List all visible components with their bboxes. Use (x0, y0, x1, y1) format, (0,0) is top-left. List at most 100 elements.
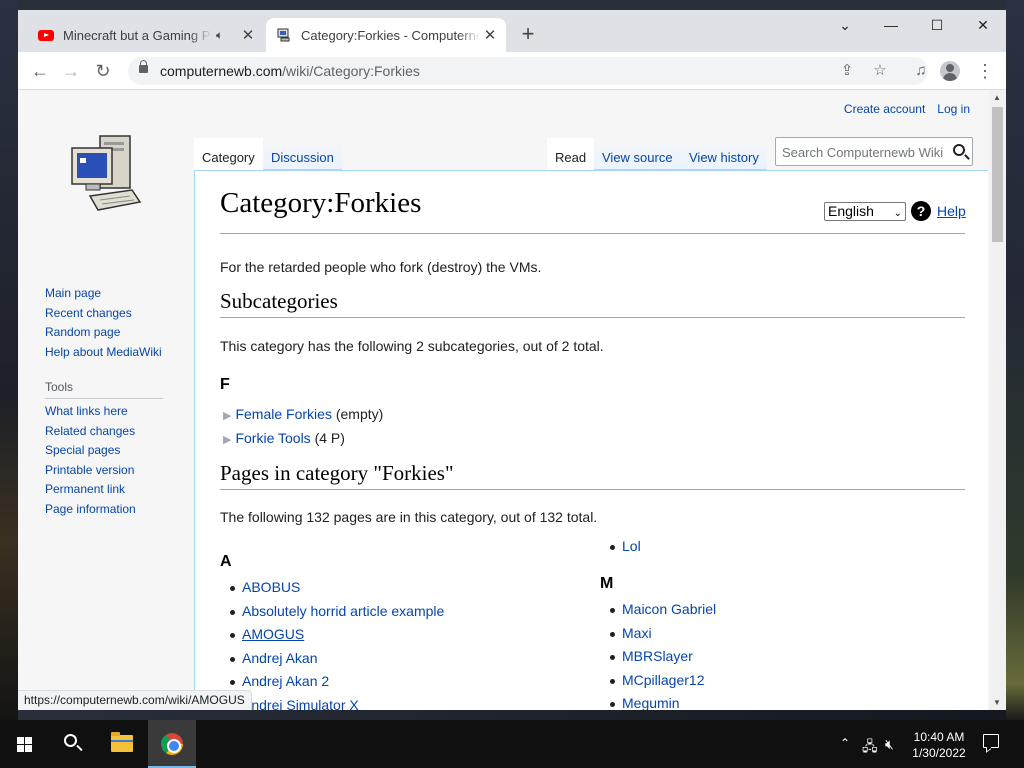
tab-youtube[interactable]: Minecraft but a Gaming PC - YouTube 🔈︎ ✕ (28, 18, 264, 52)
address-bar[interactable]: computernewb.com/wiki/Category:Forkies ⇪… (128, 57, 928, 85)
tab-forkies[interactable]: Category:Forkies - Computernewb Wiki ✕ (266, 18, 506, 52)
menu-kebab-icon[interactable]: ⋮ (972, 58, 998, 84)
volume-muted-icon[interactable]: 🔇︎ (885, 736, 894, 753)
reload-button[interactable]: ↻ (90, 58, 116, 84)
subcategory-link[interactable]: Female Forkies (235, 406, 331, 422)
maximize-button[interactable]: ☐ (914, 10, 960, 40)
category-description: For the retarded people who fork (destro… (220, 259, 542, 275)
search-icon[interactable] (953, 144, 965, 156)
sidebar-item-permanent-link[interactable]: Permanent link (45, 482, 185, 502)
media-control-icon[interactable]: ♫ (908, 58, 934, 84)
page-link[interactable]: Andrej Akan 2 (242, 673, 329, 689)
vertical-scrollbar[interactable]: ▲ ▼ (989, 90, 1006, 710)
sidebar-tools: Tools What links here Related changes Sp… (45, 380, 185, 521)
list-item: Andrej Simulator X (220, 697, 444, 710)
list-item: ABOBUS (220, 579, 444, 603)
page-link[interactable]: Absolutely horrid article example (242, 603, 444, 619)
chevron-up-icon[interactable]: ⌃ (840, 736, 850, 750)
list-item: Megumin (600, 695, 716, 710)
help-icon[interactable]: ? (911, 201, 931, 221)
scroll-down-icon[interactable]: ▼ (993, 698, 1001, 707)
back-button[interactable]: ← (27, 58, 53, 84)
create-account-link[interactable]: Create account (844, 102, 925, 116)
sidebar-item-random-page[interactable]: Random page (45, 325, 185, 345)
page-link[interactable]: Maicon Gabriel (622, 601, 716, 617)
tab-view-history[interactable]: View history (681, 138, 767, 170)
sidebar-item-what-links-here[interactable]: What links here (45, 404, 185, 424)
lock-icon[interactable] (139, 60, 148, 73)
chrome-icon[interactable] (148, 720, 196, 768)
sidebar-item-related-changes[interactable]: Related changes (45, 424, 185, 444)
tab-category[interactable]: Category (194, 138, 263, 170)
tab-search-icon[interactable]: ⌄ (822, 10, 868, 40)
sidebar-item-help[interactable]: Help about MediaWiki (45, 345, 185, 365)
main-content: Category:Forkies English ⌄ ? Help For the… (194, 170, 988, 710)
page-link[interactable]: AMOGUS (242, 626, 304, 642)
url-text[interactable]: computernewb.com/wiki/Category:Forkies (160, 63, 420, 79)
tools-heading: Tools (45, 380, 163, 399)
page-link[interactable]: Andrej Akan (242, 650, 318, 666)
tab-title: Category:Forkies - Computernewb Wiki (301, 27, 480, 43)
sidebar-item-main-page[interactable]: Main page (45, 286, 185, 306)
sidebar-item-printable-version[interactable]: Printable version (45, 463, 185, 483)
chevron-down-icon: ⌄ (893, 208, 902, 219)
youtube-icon (38, 27, 54, 43)
page-link[interactable]: Lol (622, 538, 641, 554)
network-icon[interactable]: 🖧︎ (862, 736, 878, 760)
list-item: AMOGUS (220, 626, 444, 650)
minimize-button[interactable]: — (868, 10, 914, 40)
forward-button[interactable]: → (58, 58, 84, 84)
taskbar-clock[interactable]: 10:40 AM 1/30/2022 (906, 729, 972, 761)
sidebar-item-special-pages[interactable]: Special pages (45, 443, 185, 463)
subcategory-item: ▶ Female Forkies (empty) (223, 406, 384, 422)
page-list: Maicon Gabriel Maxi MBRSlayer MCpillager… (600, 601, 716, 710)
pages-heading: Pages in category "Forkies" (220, 461, 965, 490)
list-item: MBRSlayer (600, 648, 716, 672)
log-in-link[interactable]: Log in (937, 102, 970, 116)
scroll-up-icon[interactable]: ▲ (993, 93, 1001, 102)
bookmark-star-icon[interactable]: ☆ (869, 60, 891, 82)
expand-triangle-icon[interactable]: ▶ (223, 434, 231, 446)
chrome-window: Minecraft but a Gaming PC - YouTube 🔈︎ ✕… (18, 10, 1006, 710)
tab-read[interactable]: Read (547, 138, 595, 170)
tab-view-source[interactable]: View source (594, 138, 681, 170)
expand-triangle-icon[interactable]: ▶ (223, 410, 231, 422)
column-letter: A (220, 553, 232, 570)
language-select[interactable]: English ⌄ (824, 202, 906, 221)
wiki-search-input[interactable]: Search Computernewb Wiki (775, 137, 973, 166)
windows-logo-icon (17, 737, 32, 752)
speaker-icon[interactable]: 🔈︎ (216, 28, 230, 43)
sidebar-item-page-information[interactable]: Page information (45, 502, 185, 522)
sidebar-item-recent-changes[interactable]: Recent changes (45, 306, 185, 326)
page-link[interactable]: Andrej Simulator X (242, 697, 359, 710)
personal-tools: Create account Log in (844, 102, 970, 116)
notifications-icon[interactable] (983, 734, 999, 748)
list-item: Andrej Akan 2 (220, 673, 444, 697)
tab-strip: Minecraft but a Gaming PC - YouTube 🔈︎ ✕… (18, 10, 1006, 52)
list-item: Andrej Akan (220, 650, 444, 674)
help-link[interactable]: Help (937, 203, 966, 219)
start-button[interactable] (0, 720, 48, 768)
close-tab-icon[interactable]: ✕ (238, 26, 258, 44)
list-item: MCpillager12 (600, 672, 716, 696)
clock-date: 1/30/2022 (912, 746, 966, 760)
search-placeholder: Search Computernewb Wiki (782, 145, 944, 160)
page-list: Lol (600, 538, 641, 562)
search-icon[interactable] (48, 720, 96, 768)
page-link[interactable]: MBRSlayer (622, 648, 693, 664)
page-link[interactable]: ABOBUS (242, 579, 300, 595)
share-icon[interactable]: ⇪ (836, 60, 858, 82)
page-link[interactable]: MCpillager12 (622, 672, 704, 688)
scrollbar-thumb[interactable] (992, 107, 1003, 242)
wiki-logo[interactable] (66, 130, 146, 220)
tab-discussion[interactable]: Discussion (263, 138, 342, 170)
page-link[interactable]: Maxi (622, 625, 652, 641)
new-tab-button[interactable]: + (516, 23, 540, 47)
link-status-bar: https://computernewb.com/wiki/AMOGUS (18, 690, 252, 710)
close-window-button[interactable]: ✕ (960, 10, 1006, 40)
file-explorer-icon[interactable] (98, 720, 146, 768)
profile-avatar[interactable] (940, 61, 960, 81)
page-link[interactable]: Megumin (622, 695, 680, 710)
subcategory-link[interactable]: Forkie Tools (235, 430, 310, 446)
close-tab-icon[interactable]: ✕ (480, 26, 500, 44)
